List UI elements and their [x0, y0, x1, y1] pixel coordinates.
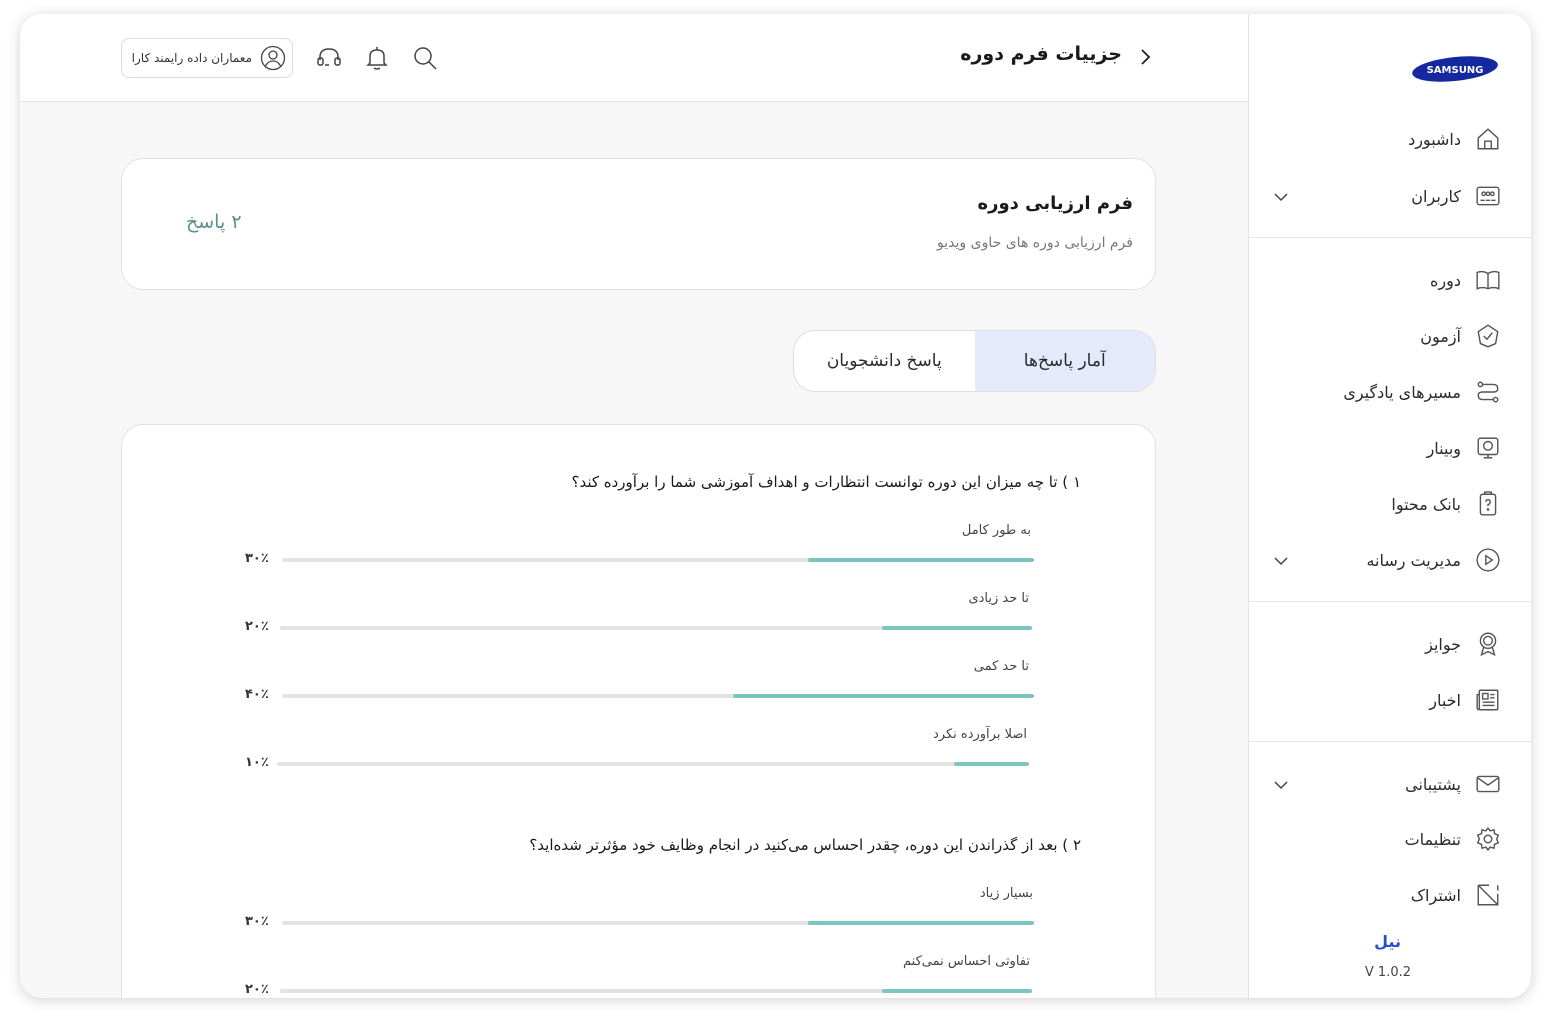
sidebar: SAMSUNG داشبورد کاربران دوره آزمون مسیره…: [1248, 14, 1531, 998]
sidebar-item-label: داشبورد: [1408, 129, 1461, 149]
option-label: به طور کامل: [961, 523, 1031, 538]
app-window: SAMSUNG داشبورد کاربران دوره آزمون مسیره…: [20, 14, 1531, 998]
sidebar-item-label: پشتیبانی: [1405, 774, 1461, 794]
sidebar-item-label: مدیریت رسانه: [1366, 550, 1461, 570]
tab-student-responses[interactable]: پاسخ دانشجویان: [794, 331, 975, 391]
page-title: جزییات فرم دوره: [960, 43, 1122, 65]
option-bar: [282, 558, 1034, 562]
chevron-right-icon[interactable]: [1134, 46, 1156, 68]
app-version: V 1.0.2: [1364, 965, 1411, 980]
option-bar-fill: [808, 558, 1034, 562]
sidebar-divider: [1248, 741, 1531, 742]
sidebar-item-label: کاربران: [1411, 186, 1461, 206]
sidebar-item-learning-paths[interactable]: مسیرهای یادگیری: [1248, 372, 1531, 412]
option-bar-fill: [881, 626, 1032, 630]
question-title: ۱ ) تا چه میزان این دوره توانست انتظارات…: [571, 473, 1081, 491]
sidebar-item-label: مسیرهای یادگیری: [1343, 382, 1461, 402]
play-icon: [1475, 547, 1501, 573]
sidebar-item-webinar[interactable]: وبینار: [1248, 428, 1531, 468]
response-count: ۲ پاسخ: [186, 211, 242, 233]
news-icon: [1475, 687, 1501, 713]
form-info-card: فرم ارزیابی دوره فرم ارزیابی دوره های حا…: [121, 158, 1156, 290]
option-percent: ۲۰٪: [245, 982, 269, 997]
option-bar: [280, 626, 1032, 630]
svg-text:SAMSUNG: SAMSUNG: [1427, 65, 1484, 76]
exam-check-icon: [1475, 323, 1501, 349]
sidebar-item-subscription[interactable]: اشتراک: [1248, 875, 1531, 915]
sidebar-item-exam[interactable]: آزمون: [1248, 316, 1531, 356]
sidebar-item-settings[interactable]: تنظیمات: [1248, 819, 1531, 859]
mail-icon: [1475, 771, 1501, 797]
option-percent: ۴۰٪: [245, 687, 269, 702]
option-percent: ۲۰٪: [245, 619, 269, 634]
sidebar-item-label: اشتراک: [1410, 885, 1461, 905]
tab-response-stats[interactable]: آمار پاسخ‌ها: [974, 331, 1155, 391]
book-icon: [1475, 267, 1501, 293]
option-bar: [282, 694, 1034, 698]
headset-icon[interactable]: [315, 44, 343, 72]
sidebar-item-course[interactable]: دوره: [1248, 260, 1531, 300]
user-name: معماران داده رایمند کارا: [131, 51, 252, 65]
option-bar-fill: [733, 694, 1034, 698]
option-percent: ۳۰٪: [245, 914, 269, 929]
option-bar: [282, 921, 1034, 925]
sidebar-item-users[interactable]: کاربران: [1248, 176, 1531, 216]
sidebar-item-label: اخبار: [1429, 690, 1461, 710]
option-percent: ۳۰٪: [245, 551, 269, 566]
webinar-icon: [1475, 435, 1501, 461]
question-title: ۲ ) بعد از گذراندن این دوره، چقدر احساس …: [529, 836, 1081, 854]
share-icon: [1475, 882, 1501, 908]
option-bar-fill: [808, 921, 1034, 925]
sidebar-item-media-management[interactable]: مدیریت رسانه: [1248, 540, 1531, 580]
award-icon: [1475, 631, 1501, 657]
sidebar-divider: [1248, 237, 1531, 238]
option-bar: [280, 989, 1032, 993]
top-header: جزییات فرم دوره معماران داده رایمند کارا: [20, 14, 1248, 102]
search-icon[interactable]: [411, 44, 439, 72]
home-icon: [1475, 126, 1501, 152]
response-stats-card: ۱ ) تا چه میزان این دوره توانست انتظارات…: [121, 424, 1156, 998]
sidebar-item-label: دوره: [1430, 270, 1461, 290]
users-icon: [1475, 183, 1501, 209]
sidebar-item-dashboard[interactable]: داشبورد: [1248, 119, 1531, 159]
sidebar-divider: [1248, 601, 1531, 602]
option-percent: ۱۰٪: [245, 755, 269, 770]
option-label: تا حد کمی: [973, 659, 1029, 674]
samsung-logo: SAMSUNG: [1412, 56, 1498, 82]
form-description: فرم ارزیابی دوره های حاوی ویدیو: [937, 235, 1133, 251]
sidebar-item-label: آزمون: [1420, 326, 1461, 346]
sidebar-item-label: وبینار: [1426, 438, 1461, 458]
option-label: اصلا برآورده نکرد: [933, 727, 1027, 742]
gear-icon: [1475, 826, 1501, 852]
option-bar-fill: [881, 989, 1032, 993]
option-label: تفاوتی احساس نمی‌کنم: [903, 954, 1030, 969]
route-icon: [1475, 379, 1501, 405]
chevron-down-icon[interactable]: [1272, 776, 1290, 794]
bell-icon[interactable]: [363, 44, 391, 72]
avatar: [260, 45, 286, 71]
sidebar-item-label: بانک محتوا: [1391, 494, 1461, 514]
option-bar: [277, 762, 1029, 766]
form-title: فرم ارزیابی دوره: [977, 193, 1133, 214]
chevron-down-icon[interactable]: [1272, 188, 1290, 206]
sidebar-item-news[interactable]: اخبار: [1248, 680, 1531, 720]
option-label: بسیار زیاد: [979, 886, 1033, 901]
sidebar-item-content-bank[interactable]: بانک محتوا: [1248, 484, 1531, 524]
option-bar-fill: [953, 762, 1029, 766]
sidebar-item-label: تنظیمات: [1404, 829, 1461, 849]
sidebar-item-label: جوایز: [1425, 634, 1461, 654]
view-tabs: آمار پاسخ‌ها پاسخ دانشجویان: [793, 330, 1156, 392]
sidebar-item-awards[interactable]: جوایز: [1248, 624, 1531, 664]
brand-name: نیل: [1374, 932, 1401, 951]
sidebar-item-support[interactable]: پشتیبانی: [1248, 764, 1531, 804]
content-bank-icon: [1475, 491, 1501, 517]
user-profile-button[interactable]: معماران داده رایمند کارا: [121, 38, 293, 78]
option-label: تا حد زیادی: [968, 591, 1029, 606]
chevron-down-icon[interactable]: [1272, 552, 1290, 570]
